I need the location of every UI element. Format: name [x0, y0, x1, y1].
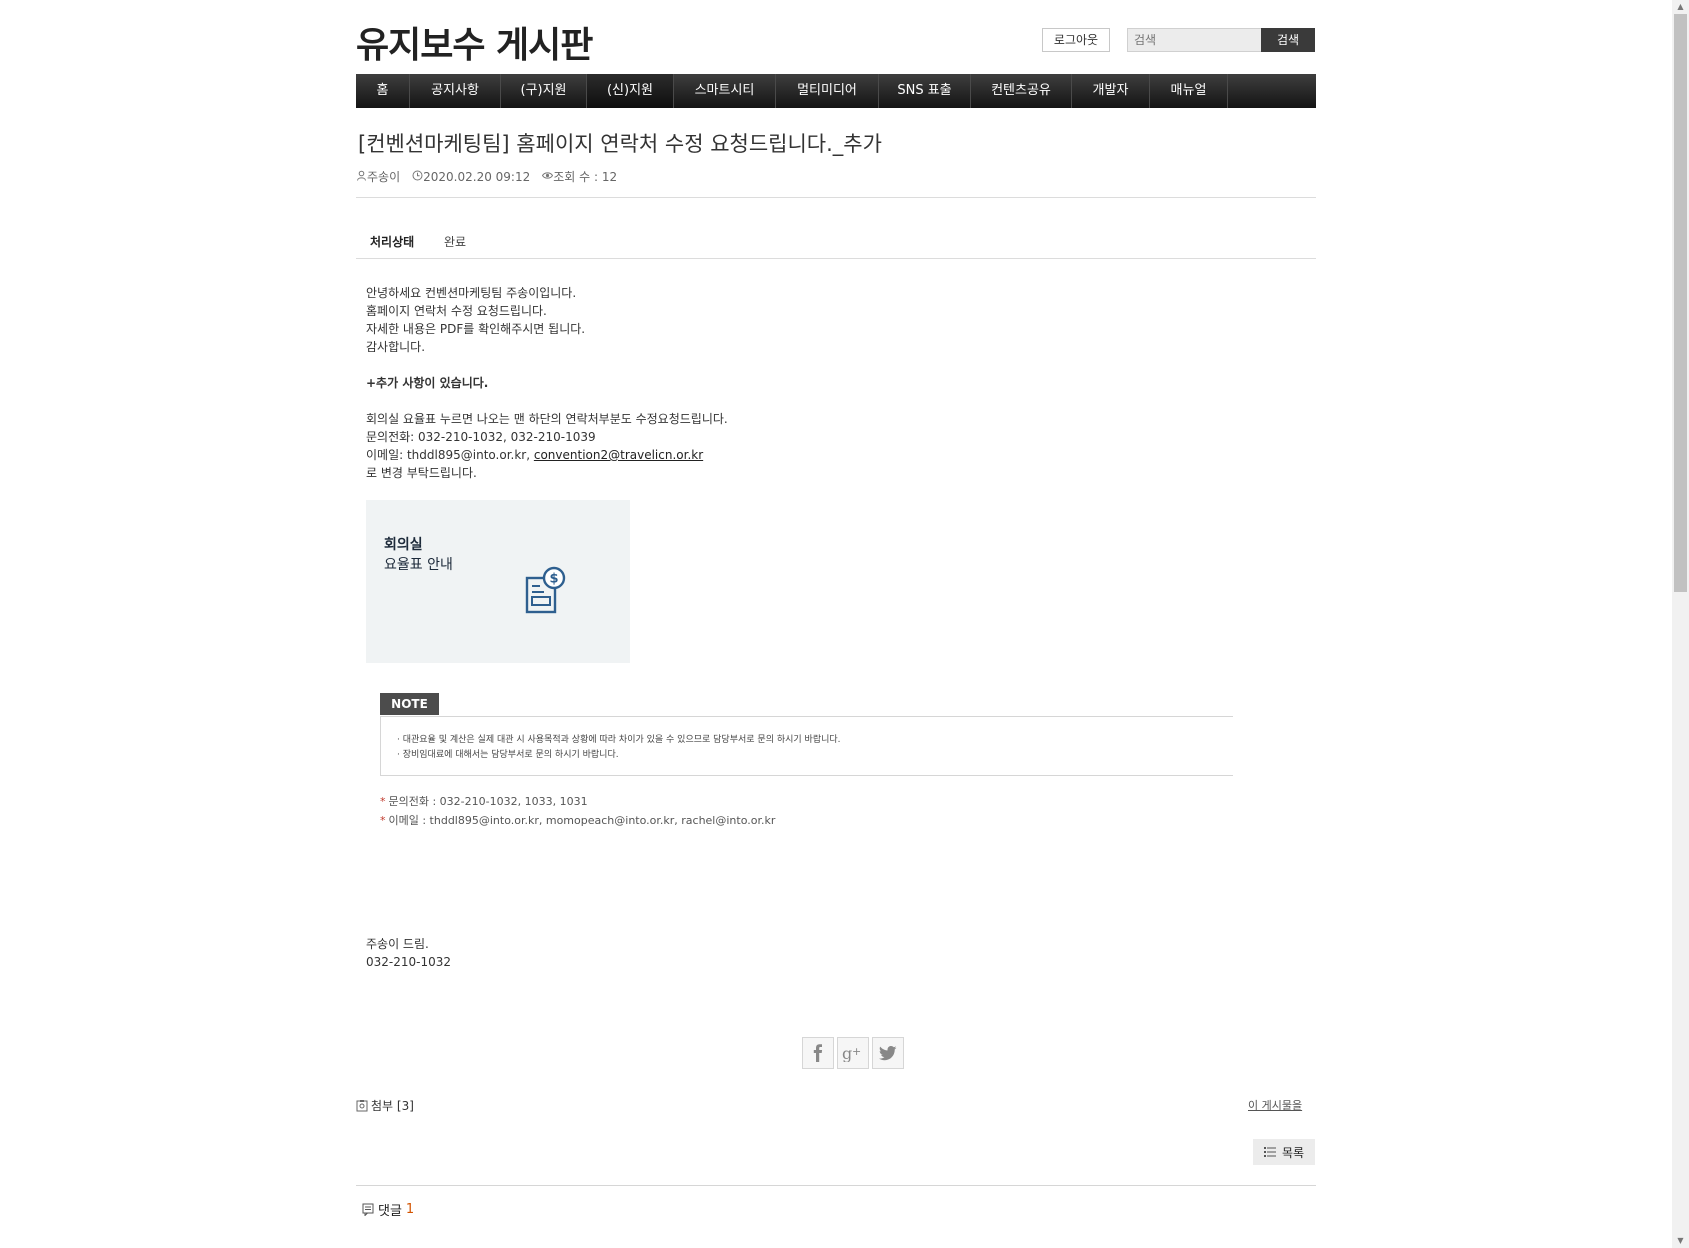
site-title[interactable]: 유지보수 게시판 — [356, 16, 593, 68]
twitter-share-button[interactable] — [872, 1037, 904, 1069]
attachments-label: 첨부 [3] — [371, 1099, 414, 1113]
rate-card-image: 회의실 요율표 안내 $ — [366, 500, 630, 663]
list-button-label: 목록 — [1281, 1145, 1305, 1160]
body-line: 로 변경 부탁드립니다. — [366, 466, 477, 480]
status-label: 처리상태 — [370, 235, 415, 249]
list-icon — [1263, 1147, 1276, 1157]
date-meta: 2020.02.20 09:12 — [412, 170, 530, 184]
comments-label: 댓글 — [378, 1204, 402, 1219]
comments-header: 댓글 1 — [362, 1200, 414, 1219]
divider — [356, 258, 1316, 259]
logout-button[interactable]: 로그아웃 — [1042, 28, 1110, 52]
body-line: 자세한 내용은 PDF를 확인해주시면 됩니다. — [366, 322, 586, 336]
comment-icon — [362, 1203, 374, 1216]
views-meta: 조회 수 : 12 — [542, 168, 617, 185]
contact-email: * 이메일 : thddl895@into.or.kr, momopeach@in… — [380, 814, 776, 827]
svg-text:$: $ — [549, 572, 558, 587]
svg-text:g: g — [842, 1044, 852, 1062]
body-line: 감사합니다. — [366, 340, 426, 354]
post-meta: 주송이 2020.02.20 09:12 조회 수 : 12 — [356, 168, 617, 185]
comments-count: 1 — [405, 1202, 415, 1217]
facebook-share-button[interactable] — [802, 1037, 834, 1069]
post-datetime: 2020.02.20 09:12 — [423, 169, 531, 184]
card-subtitle: 요율표 안내 — [384, 557, 453, 573]
note-tag: NOTE — [380, 693, 439, 715]
search-button[interactable]: 검색 — [1261, 28, 1315, 52]
attachment-icon — [356, 1099, 368, 1111]
author-meta: 주송이 — [356, 168, 400, 185]
post-author: 주송이 — [367, 170, 401, 184]
nav-item-manual[interactable]: 매뉴얼 — [1150, 74, 1228, 108]
vertical-scrollbar[interactable]: ▲ ▼ — [1672, 0, 1689, 1248]
google-plus-icon: g + — [842, 1044, 861, 1062]
email-link[interactable]: convention2@travelicn.or.kr — [534, 448, 703, 462]
attachments-toggle[interactable]: 첨부 [3] — [356, 1097, 414, 1114]
status-row: 처리상태 완료 — [370, 233, 466, 250]
list-button[interactable]: 목록 — [1253, 1139, 1315, 1165]
note-box: · 대관요율 및 계산은 실제 대관 시 사용목적과 상황에 따라 차이가 있을… — [380, 716, 1233, 776]
user-icon — [357, 170, 366, 181]
nav-item-multimedia[interactable]: 멀티미디어 — [776, 74, 879, 108]
nav-item-old-support[interactable]: (구)지원 — [501, 74, 587, 108]
additional-heading: +추가 사항이 있습니다. — [366, 376, 489, 390]
signature-line: 032-210-1032 — [366, 955, 452, 969]
email-line: 이메일: thddl895@into.or.kr, convention2@tr… — [366, 446, 728, 464]
post-body: 안녕하세요 컨벤션마케팅팀 주송이입니다. 홈페이지 연락처 수정 요청드립니다… — [366, 284, 728, 482]
signature: 주송이 드림. 032-210-1032 — [366, 935, 451, 971]
this-post-menu[interactable]: 이 게시물을 — [1248, 1097, 1302, 1113]
body-line: 회의실 요율표 누르면 나오는 맨 하단의 연락처부분도 수정요청드립니다. — [366, 412, 728, 426]
body-line: 안녕하세요 컨벤션마케팅팀 주송이입니다. — [366, 286, 577, 300]
status-value: 완료 — [444, 235, 467, 249]
post-views: 조회 수 : 12 — [553, 170, 618, 184]
post-title: [컨벤션마케팅팀] 홈페이지 연락처 수정 요청드립니다._추가 — [358, 132, 882, 156]
eye-icon — [542, 172, 554, 179]
note-line: · 대관요율 및 계산은 실제 대관 시 사용목적과 상황에 따라 차이가 있을… — [397, 735, 841, 745]
twitter-icon — [879, 1045, 897, 1060]
scroll-down-arrow[interactable]: ▼ — [1672, 1234, 1689, 1248]
note-line: · 장비임대료에 대해서는 담당부서로 문의 하시기 바랍니다. — [397, 750, 619, 760]
nav-item-content-share[interactable]: 컨텐츠공유 — [971, 74, 1072, 108]
scroll-thumb[interactable] — [1674, 14, 1687, 592]
nav-item-home[interactable]: 홈 — [356, 74, 410, 108]
nav-item-notice[interactable]: 공지사항 — [410, 74, 501, 108]
email-prefix: 이메일: thddl895@into.or.kr, — [366, 448, 534, 462]
nav-item-developer[interactable]: 개발자 — [1072, 74, 1150, 108]
signature-line: 주송이 드림. — [366, 937, 429, 951]
nav-item-new-support[interactable]: (신)지원 — [587, 74, 674, 108]
share-buttons: g + — [802, 1037, 904, 1069]
divider — [356, 1185, 1316, 1186]
divider — [356, 197, 1316, 198]
scroll-up-arrow[interactable]: ▲ — [1672, 0, 1689, 14]
search-input[interactable] — [1127, 28, 1266, 52]
svg-text:+: + — [852, 1045, 861, 1058]
main-nav: 홈 공지사항 (구)지원 (신)지원 스마트시티 멀티미디어 SNS 표출 컨텐… — [356, 74, 1316, 108]
card-title: 회의실 — [384, 537, 423, 553]
body-line: 홈페이지 연락처 수정 요청드립니다. — [366, 304, 547, 318]
body-line: 문의전화: 032-210-1032, 032-210-1039 — [366, 430, 596, 444]
clock-icon — [412, 170, 423, 180]
nav-item-smartcity[interactable]: 스마트시티 — [674, 74, 776, 108]
price-document-icon: $ — [525, 566, 566, 614]
google-plus-share-button[interactable]: g + — [837, 1037, 869, 1069]
facebook-icon — [813, 1044, 823, 1062]
contact-phone: * 문의전화 : 032-210-1032, 1033, 1031 — [380, 795, 588, 808]
nav-item-sns[interactable]: SNS 표출 — [879, 74, 971, 108]
